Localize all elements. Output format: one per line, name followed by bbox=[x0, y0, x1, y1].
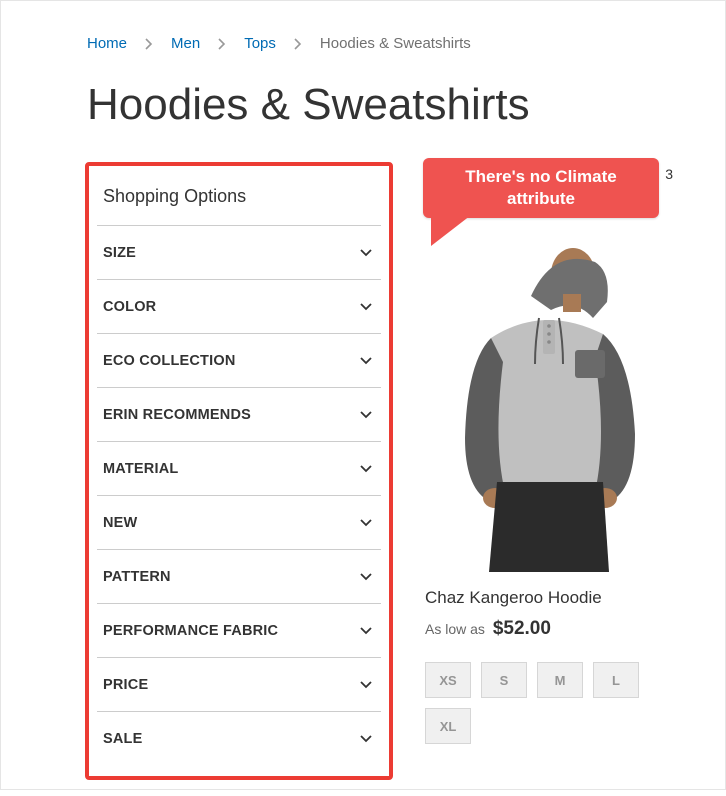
filter-new[interactable]: NEW bbox=[97, 496, 381, 550]
chevron-down-icon bbox=[359, 354, 373, 368]
filter-price[interactable]: PRICE bbox=[97, 658, 381, 712]
chevron-down-icon bbox=[359, 246, 373, 260]
filter-label: NEW bbox=[103, 515, 137, 531]
filter-size[interactable]: SIZE bbox=[97, 226, 381, 280]
filter-label: PERFORMANCE FABRIC bbox=[103, 623, 278, 639]
product-image[interactable] bbox=[423, 242, 667, 572]
filter-label: SALE bbox=[103, 731, 142, 747]
chevron-down-icon bbox=[359, 408, 373, 422]
filter-pattern[interactable]: PATTERN bbox=[97, 550, 381, 604]
chevron-down-icon bbox=[359, 624, 373, 638]
chevron-right-icon bbox=[294, 38, 302, 50]
filter-color[interactable]: COLOR bbox=[97, 280, 381, 334]
filter-performance-fabric[interactable]: PERFORMANCE FABRIC bbox=[97, 604, 381, 658]
filter-erin-recommends[interactable]: ERIN RECOMMENDS bbox=[97, 388, 381, 442]
swatch-m[interactable]: M bbox=[537, 662, 583, 698]
filter-label: COLOR bbox=[103, 299, 156, 315]
chevron-down-icon bbox=[359, 300, 373, 314]
filter-label: MATERIAL bbox=[103, 461, 178, 477]
filter-eco-collection[interactable]: ECO COLLECTION bbox=[97, 334, 381, 388]
chevron-down-icon bbox=[359, 678, 373, 692]
annotation-callout: There's no Climate attribute bbox=[423, 158, 659, 218]
filter-label: ECO COLLECTION bbox=[103, 353, 236, 369]
filter-label: PRICE bbox=[103, 677, 148, 693]
breadcrumb-current: Hoodies & Sweatshirts bbox=[320, 35, 471, 52]
chevron-right-icon bbox=[218, 38, 226, 50]
callout-text: There's no Climate attribute bbox=[465, 167, 616, 208]
filter-label: ERIN RECOMMENDS bbox=[103, 407, 251, 423]
swatch-xl[interactable]: XL bbox=[425, 708, 471, 744]
breadcrumb: Home Men Tops Hoodies & Sweatshirts bbox=[29, 21, 697, 60]
product-price: As low as $52.00 bbox=[423, 618, 667, 640]
breadcrumb-link-tops[interactable]: Tops bbox=[244, 35, 276, 52]
price-prefix: As low as bbox=[425, 621, 485, 637]
breadcrumb-link-men[interactable]: Men bbox=[171, 35, 200, 52]
filter-material[interactable]: MATERIAL bbox=[97, 442, 381, 496]
chevron-down-icon bbox=[359, 732, 373, 746]
chevron-right-icon bbox=[145, 38, 153, 50]
chevron-down-icon bbox=[359, 516, 373, 530]
price-value: $52.00 bbox=[493, 618, 551, 639]
size-swatches: XS S M L XL bbox=[423, 662, 667, 744]
hoodie-illustration-icon bbox=[435, 242, 655, 572]
swatch-s[interactable]: S bbox=[481, 662, 527, 698]
breadcrumb-link-home[interactable]: Home bbox=[87, 35, 127, 52]
toolbar-count-fragment: 3 bbox=[665, 166, 673, 182]
swatch-l[interactable]: L bbox=[593, 662, 639, 698]
filter-label: SIZE bbox=[103, 245, 136, 261]
chevron-down-icon bbox=[359, 570, 373, 584]
layered-navigation: Shopping Options SIZE COLOR ECO COLLECTI… bbox=[85, 162, 393, 780]
filter-label: PATTERN bbox=[103, 569, 171, 585]
filter-title: Shopping Options bbox=[97, 172, 381, 225]
product-name[interactable]: Chaz Kangeroo Hoodie bbox=[423, 588, 667, 608]
page-title: Hoodies & Sweatshirts bbox=[87, 80, 697, 130]
filter-sale[interactable]: SALE bbox=[97, 712, 381, 766]
chevron-down-icon bbox=[359, 462, 373, 476]
swatch-xs[interactable]: XS bbox=[425, 662, 471, 698]
